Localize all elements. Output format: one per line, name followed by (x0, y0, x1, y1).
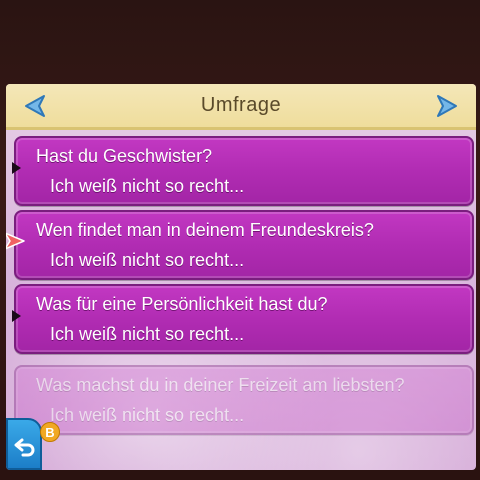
triangle-right-icon[interactable] (434, 93, 460, 119)
page-title: Umfrage (200, 94, 282, 116)
header-bar: Umfrage (6, 84, 476, 130)
survey-question: Was für eine Persönlichkeit hast du? (36, 294, 328, 314)
survey-question: Hast du Geschwister? (36, 146, 213, 166)
survey-item-2[interactable]: Wen findet man in deinem Freundeskreis? … (14, 210, 474, 280)
survey-answer: Ich weiß nicht so recht... (50, 176, 245, 196)
b-button-badge[interactable]: B (40, 422, 60, 442)
survey-answer: Ich weiß nicht so recht... (50, 324, 245, 344)
survey-item-3[interactable]: Was für eine Persönlichkeit hast du? Ich… (12, 284, 474, 354)
survey-answer: Ich weiß nicht so recht... (50, 250, 245, 270)
touch-screen: Umfrage Hast du Geschwister? Ich weiß ni… (6, 84, 476, 470)
survey-question: Was machst du in deiner Freizeit am lieb… (36, 375, 405, 395)
selection-cursor-icon (6, 232, 25, 250)
pointer-icon (12, 310, 21, 322)
back-button[interactable] (6, 418, 42, 470)
survey-answer: Ich weiß nicht so recht... (50, 405, 245, 425)
back-arrow-icon (14, 438, 35, 457)
device-frame: Umfrage Hast du Geschwister? Ich weiß ni… (0, 0, 480, 480)
pointer-icon (12, 162, 21, 174)
survey-item-4[interactable]: Was machst du in deiner Freizeit am lieb… (14, 365, 474, 435)
survey-item-1[interactable]: Hast du Geschwister? Ich weiß nicht so r… (12, 136, 474, 206)
survey-question: Wen findet man in deinem Freundeskreis? (36, 220, 374, 240)
